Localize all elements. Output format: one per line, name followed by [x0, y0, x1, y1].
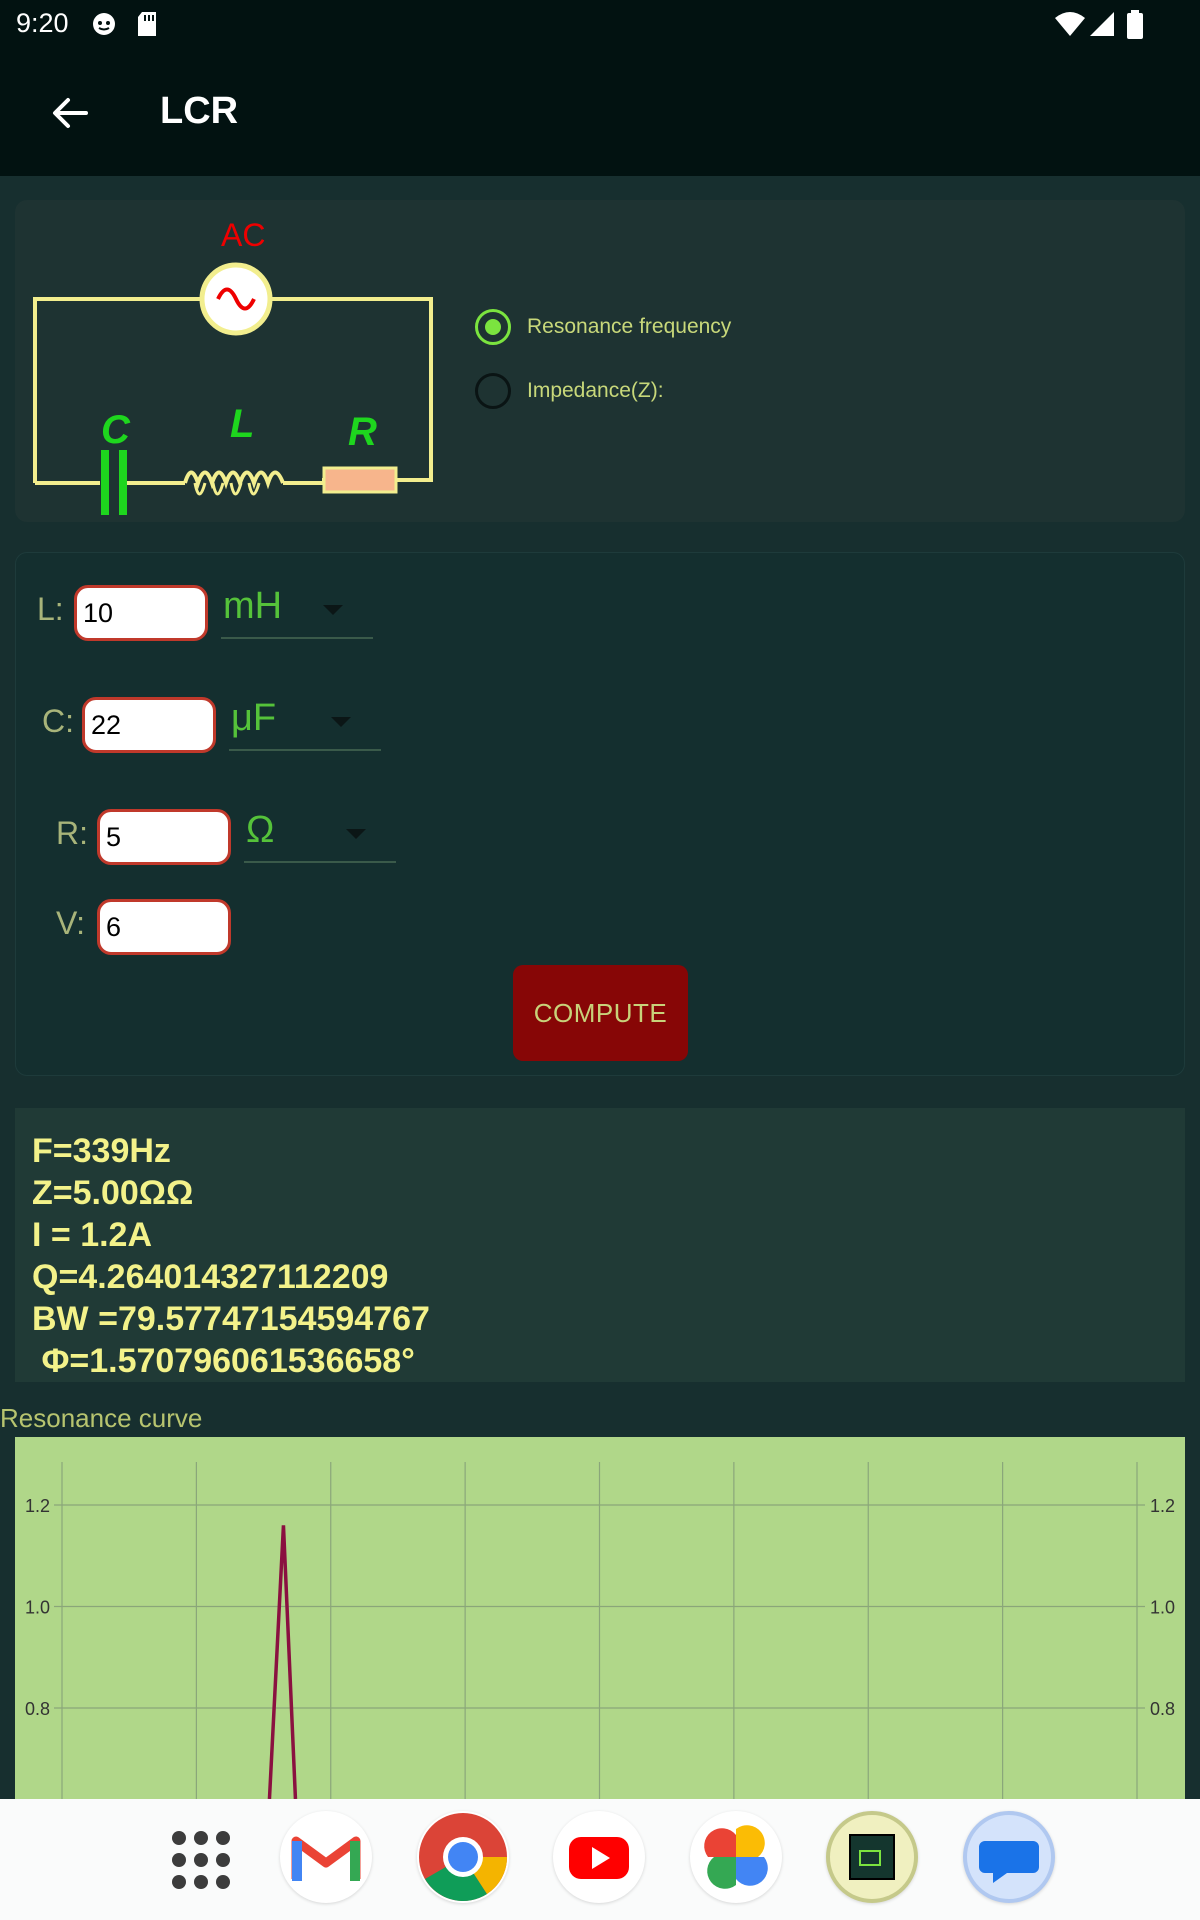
- inductance-label: L:: [37, 591, 64, 627]
- radio-impedance[interactable]: Impedance(Z):: [475, 373, 664, 409]
- status-time: 9:20: [16, 8, 69, 38]
- app-bar: LCR: [0, 48, 1200, 176]
- results-panel: F=339Hz Z=5.00ΩΩ I = 1.2A Q=4.2640143271…: [15, 1108, 1185, 1382]
- chevron-down-icon: [346, 829, 366, 839]
- resistance-label: R:: [56, 815, 88, 851]
- inductance-input[interactable]: [74, 585, 208, 641]
- result-quality-factor: Q=4.264014327112209: [32, 1258, 389, 1296]
- result-current: I = 1.2A: [32, 1216, 153, 1254]
- gmail-icon: [291, 1836, 361, 1881]
- y-tick-label: 1.0: [1150, 1598, 1175, 1618]
- inductance-unit-dropdown[interactable]: mH: [221, 583, 373, 639]
- y-tick-label: 0.8: [25, 1699, 50, 1719]
- gmail-app[interactable]: [280, 1811, 372, 1903]
- status-bar: 9:20: [0, 0, 1200, 48]
- lcr-circuit-diagram: AC C L R: [33, 217, 433, 515]
- voltage-label: V:: [56, 905, 86, 941]
- chevron-down-icon: [331, 717, 351, 727]
- photos-icon: [704, 1825, 768, 1889]
- radio-label: Impedance(Z):: [527, 379, 664, 402]
- resistor-label: R: [348, 410, 377, 454]
- y-tick-label: 1.0: [25, 1598, 50, 1618]
- inductor-label: L: [230, 402, 254, 446]
- signal-icon: [1090, 12, 1114, 36]
- result-bandwidth: BW =79.57747154594767: [32, 1300, 430, 1338]
- lcr-app[interactable]: [826, 1811, 918, 1903]
- y-tick-label: 0.8: [1150, 1699, 1175, 1719]
- youtube-icon: [569, 1837, 629, 1879]
- radio-resonance-frequency[interactable]: Resonance frequency: [475, 309, 731, 345]
- capacitor-symbol: [101, 450, 109, 515]
- resistance-unit-dropdown[interactable]: Ω: [244, 807, 396, 863]
- unit-text: Ω: [246, 809, 275, 851]
- capacitor-label: C: [101, 408, 131, 452]
- circuit-card: AC C L R Resonance frequency Impedance(Z…: [15, 200, 1185, 522]
- result-frequency: F=339Hz: [32, 1132, 171, 1170]
- chevron-down-icon: [323, 605, 343, 615]
- input-card: L: mH C: μF R: Ω V: COMPUTE: [15, 552, 1185, 1076]
- back-arrow-icon[interactable]: [44, 88, 104, 138]
- photos-app[interactable]: [690, 1811, 782, 1903]
- y-tick-label: 1.2: [25, 1496, 50, 1516]
- messages-app[interactable]: [963, 1811, 1055, 1903]
- unit-text: μF: [231, 697, 277, 739]
- app-drawer-icon[interactable]: [170, 1829, 232, 1891]
- resonance-curve-chart: 1.2 1.2 1.0 1.0 0.8 0.8: [15, 1437, 1185, 1799]
- resistance-input[interactable]: [97, 809, 231, 865]
- unit-text: mH: [223, 585, 283, 627]
- messages-icon: [979, 1841, 1039, 1883]
- chrome-app[interactable]: [417, 1811, 509, 1903]
- youtube-app[interactable]: [553, 1811, 645, 1903]
- radio-button-unchecked[interactable]: [475, 373, 511, 409]
- page-title: LCR: [160, 90, 239, 132]
- capacitance-label: C:: [42, 703, 74, 739]
- resistor-symbol: [322, 466, 398, 494]
- ac-label: AC: [221, 217, 265, 253]
- y-tick-label: 1.2: [1150, 1496, 1175, 1516]
- result-phase: Φ=1.570796061536658°: [32, 1342, 415, 1380]
- capacitance-input[interactable]: [82, 697, 216, 753]
- compute-button[interactable]: COMPUTE: [513, 965, 688, 1061]
- radio-label: Resonance frequency: [527, 315, 732, 338]
- app-dock: [0, 1799, 1200, 1920]
- radio-button-checked[interactable]: [475, 309, 511, 345]
- battery-icon: [1127, 10, 1143, 39]
- voltage-input[interactable]: [97, 899, 231, 955]
- capacitance-unit-dropdown[interactable]: μF: [229, 695, 381, 751]
- inductor-symbol: [183, 470, 285, 490]
- result-impedance: Z=5.00ΩΩ: [32, 1174, 194, 1212]
- lcr-app-icon: [849, 1834, 895, 1880]
- chrome-icon: [419, 1813, 508, 1902]
- cat-notification-icon: [93, 13, 115, 35]
- chart-title: Resonance curve: [0, 1403, 203, 1433]
- wifi-icon: [1055, 12, 1085, 36]
- sd-card-icon: [138, 12, 156, 36]
